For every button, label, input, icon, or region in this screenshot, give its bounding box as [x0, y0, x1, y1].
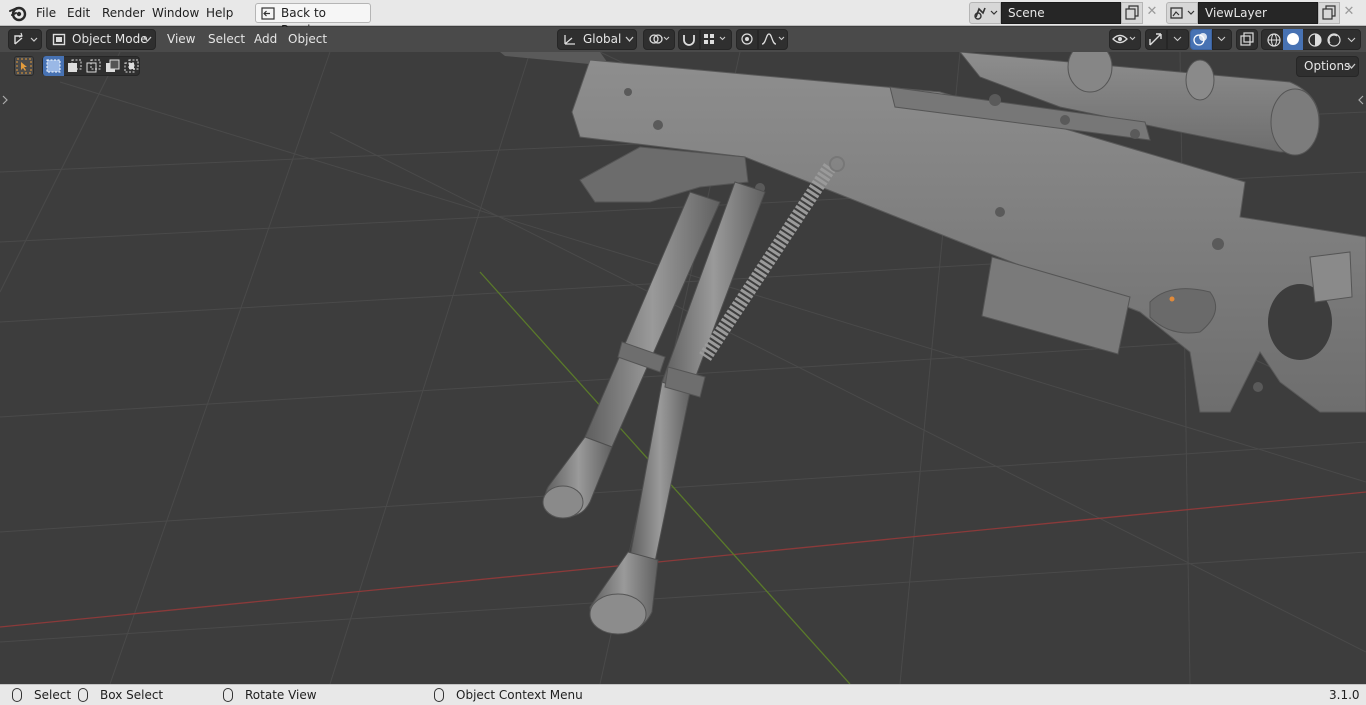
menu-window[interactable]: Window	[148, 4, 203, 22]
gizmo-icon	[1149, 33, 1162, 46]
snap-target-dropdown[interactable]	[700, 29, 732, 50]
options-dropdown[interactable]: Options	[1296, 56, 1359, 77]
chevron-down-icon	[1173, 36, 1182, 42]
viewport-header: Object Mode View Select Add Object Globa…	[0, 27, 1366, 52]
scene-selector[interactable]: Scene ✕	[969, 2, 1160, 24]
menu-view[interactable]: View	[167, 31, 195, 48]
select-invert-icon[interactable]	[104, 58, 121, 75]
back-to-previous-button[interactable]: Back to Previous	[255, 3, 371, 37]
status-box-select: Box Select	[100, 688, 164, 702]
scene-render	[0, 52, 1366, 684]
overlays-toggle[interactable]	[1190, 29, 1212, 50]
3d-viewport-icon	[14, 32, 38, 45]
falloff-curve-icon	[761, 33, 785, 45]
menu-select[interactable]: Select	[208, 31, 245, 48]
middle-mouse-icon	[223, 688, 233, 702]
select-extend-icon[interactable]	[66, 58, 83, 75]
right-mouse-icon	[434, 688, 444, 702]
menu-file[interactable]: File	[32, 4, 60, 22]
duplicate-icon	[1125, 5, 1139, 20]
menu-help[interactable]: Help	[202, 4, 237, 22]
x-axis-line	[0, 491, 1366, 628]
solid-shading-icon	[1287, 33, 1299, 45]
grid-snap-icon	[704, 34, 726, 44]
chevron-down-icon	[143, 36, 152, 42]
blender-logo-icon[interactable]	[8, 4, 28, 22]
close-view-layer-icon[interactable]: ✕	[1340, 2, 1358, 24]
transform-orientation-dropdown[interactable]: Global	[557, 29, 637, 50]
solid-shading-button[interactable]	[1283, 29, 1303, 50]
version-label: 3.1.0	[1329, 688, 1360, 702]
menu-edit[interactable]: Edit	[63, 4, 94, 22]
overlays-icon	[1193, 33, 1207, 46]
select-intersect-icon[interactable]	[123, 58, 140, 75]
back-arrow-icon	[261, 7, 275, 20]
gizmo-dropdown[interactable]	[1167, 29, 1189, 50]
new-scene-button[interactable]	[1121, 2, 1143, 24]
object-origin	[1169, 296, 1175, 302]
xray-toggle[interactable]	[1236, 29, 1258, 50]
view-layer-selector[interactable]: ViewLayer ✕	[1166, 2, 1362, 24]
object-mode-icon	[52, 33, 66, 46]
cursor-select-icon	[16, 58, 32, 74]
left-mouse-icon	[12, 688, 22, 702]
scene-name-field[interactable]: Scene	[1001, 2, 1121, 24]
status-select: Select	[34, 688, 72, 702]
gizmo-toggle[interactable]	[1145, 29, 1167, 50]
duplicate-icon	[1322, 5, 1336, 20]
orientation-icon	[564, 35, 575, 45]
snap-toggle[interactable]	[678, 29, 700, 50]
chevron-down-icon	[1217, 36, 1226, 42]
chevron-down-icon	[625, 36, 634, 42]
chevron-down-icon[interactable]	[1344, 31, 1360, 49]
xray-icon	[1240, 32, 1254, 46]
material-preview-icon[interactable]	[1306, 31, 1324, 49]
orientation-label: Global	[583, 32, 622, 46]
select-new-button[interactable]	[43, 56, 64, 76]
pivot-point-dropdown[interactable]	[643, 29, 675, 50]
menu-object[interactable]: Object	[288, 31, 327, 48]
mode-dropdown[interactable]: Object Mode	[46, 29, 156, 50]
magnet-icon	[683, 35, 695, 46]
status-rotate-view: Rotate View	[245, 688, 317, 702]
eye-icon	[1112, 34, 1136, 44]
view-layer-name-field[interactable]: ViewLayer	[1198, 2, 1318, 24]
shading-mode-group	[1261, 29, 1361, 50]
proportional-editing-toggle[interactable]	[736, 29, 758, 50]
close-scene-icon[interactable]: ✕	[1143, 2, 1161, 24]
visibility-dropdown[interactable]	[1109, 29, 1141, 50]
wireframe-shading-icon[interactable]	[1265, 31, 1283, 49]
select-tool-button[interactable]	[14, 56, 34, 76]
3d-viewport[interactable]: Options	[0, 52, 1366, 684]
overlays-dropdown[interactable]	[1212, 29, 1232, 50]
menu-add[interactable]: Add	[254, 31, 277, 48]
select-new-icon	[46, 59, 61, 73]
view-layer-icon[interactable]	[1166, 2, 1198, 24]
menu-render[interactable]: Render	[98, 4, 149, 22]
chevron-down-icon	[1347, 63, 1356, 69]
pivot-icon	[649, 34, 670, 44]
toolbar-expand-icon[interactable]	[1, 94, 9, 106]
select-subtract-icon[interactable]	[85, 58, 102, 75]
editor-type-button[interactable]	[8, 29, 42, 50]
rendered-shading-icon[interactable]	[1325, 31, 1343, 49]
scene-icon[interactable]	[969, 2, 1001, 24]
new-view-layer-button[interactable]	[1318, 2, 1340, 24]
mouse-drag-icon	[78, 688, 88, 702]
options-label: Options	[1304, 59, 1351, 73]
bipod-model	[542, 146, 845, 635]
sidebar-expand-icon[interactable]	[1357, 94, 1365, 106]
falloff-dropdown[interactable]	[758, 29, 788, 50]
status-bar: Select Box Select Rotate View Object Con…	[0, 684, 1366, 705]
mode-label: Object Mode	[72, 32, 148, 46]
select-mode-group	[42, 56, 140, 76]
top-menu-bar: File Edit Render Window Help Back to Pre…	[0, 0, 1366, 37]
status-context-menu: Object Context Menu	[456, 688, 583, 702]
proportional-edit-icon	[741, 33, 753, 45]
